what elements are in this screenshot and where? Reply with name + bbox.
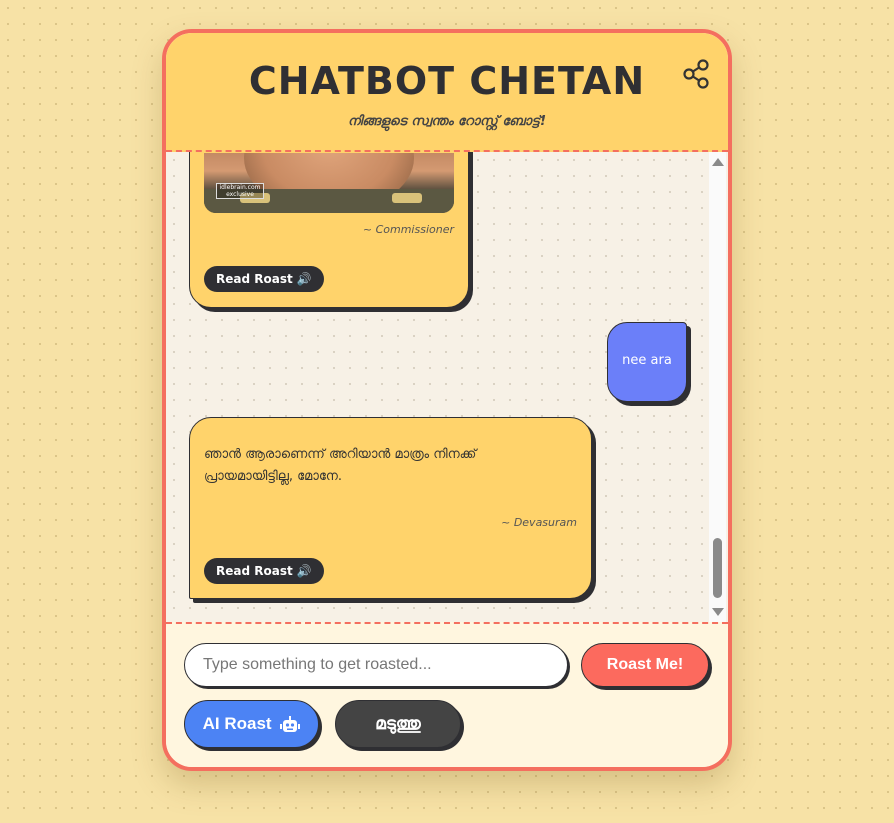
ai-roast-label: AI Roast [202, 714, 272, 733]
read-roast-label: Read Roast [216, 564, 293, 578]
share-button[interactable] [680, 58, 712, 90]
read-roast-button[interactable]: Read Roast 🔊 [204, 558, 324, 584]
chat-scrollbar[interactable] [709, 152, 726, 622]
message-source: ~ Devasuram [501, 516, 577, 529]
message-text: ഞാൻ ആരാണെന്ന് അറിയാൻ മാത്രം നിനക്ക് പ്രാ… [204, 447, 477, 484]
user-message: nee ara [607, 322, 687, 402]
speaker-icon: 🔊 [296, 272, 312, 286]
ai-roast-button[interactable]: AI Roast [184, 700, 319, 748]
share-icon [683, 59, 709, 89]
roast-me-button[interactable]: Roast Me! [581, 643, 709, 687]
read-roast-button[interactable]: Read Roast 🔊 [204, 266, 324, 292]
image-watermark: idlebrain.com exclusive [216, 183, 264, 199]
speaker-icon: 🔊 [296, 564, 312, 578]
app-subtitle: നിങ്ങളുടെ സ്വന്തം റോസ്റ്റ് ബോട്ട്! [347, 114, 547, 129]
scroll-up-icon[interactable] [712, 158, 724, 166]
read-roast-label: Read Roast [216, 272, 293, 286]
robot-icon [280, 715, 301, 732]
bot-message: ഞാൻ ആരാണെന്ന് അറിയാൻ മാത്രം നിനക്ക് പ്രാ… [189, 417, 592, 599]
composer: Roast Me! AI Roast മടുത്തു [166, 622, 728, 767]
bot-message: idlebrain.com exclusive ~ Commissioner R… [189, 152, 469, 308]
message-source: ~ Commissioner [362, 223, 454, 236]
chat-app: CHATBOT CHETAN നിങ്ങളുടെ സ്വന്തം റോസ്റ്റ… [162, 29, 732, 771]
header: CHATBOT CHETAN നിങ്ങളുടെ സ്വന്തം റോസ്റ്റ… [166, 33, 728, 152]
movie-still-image: idlebrain.com exclusive [204, 153, 454, 213]
chat-messages[interactable]: idlebrain.com exclusive ~ Commissioner R… [166, 152, 728, 622]
madathu-button[interactable]: മടുത്തു [335, 700, 461, 748]
scroll-down-icon[interactable] [712, 608, 724, 616]
roast-input[interactable] [184, 643, 568, 687]
app-title: CHATBOT CHETAN [248, 59, 646, 103]
scroll-thumb[interactable] [713, 538, 722, 598]
